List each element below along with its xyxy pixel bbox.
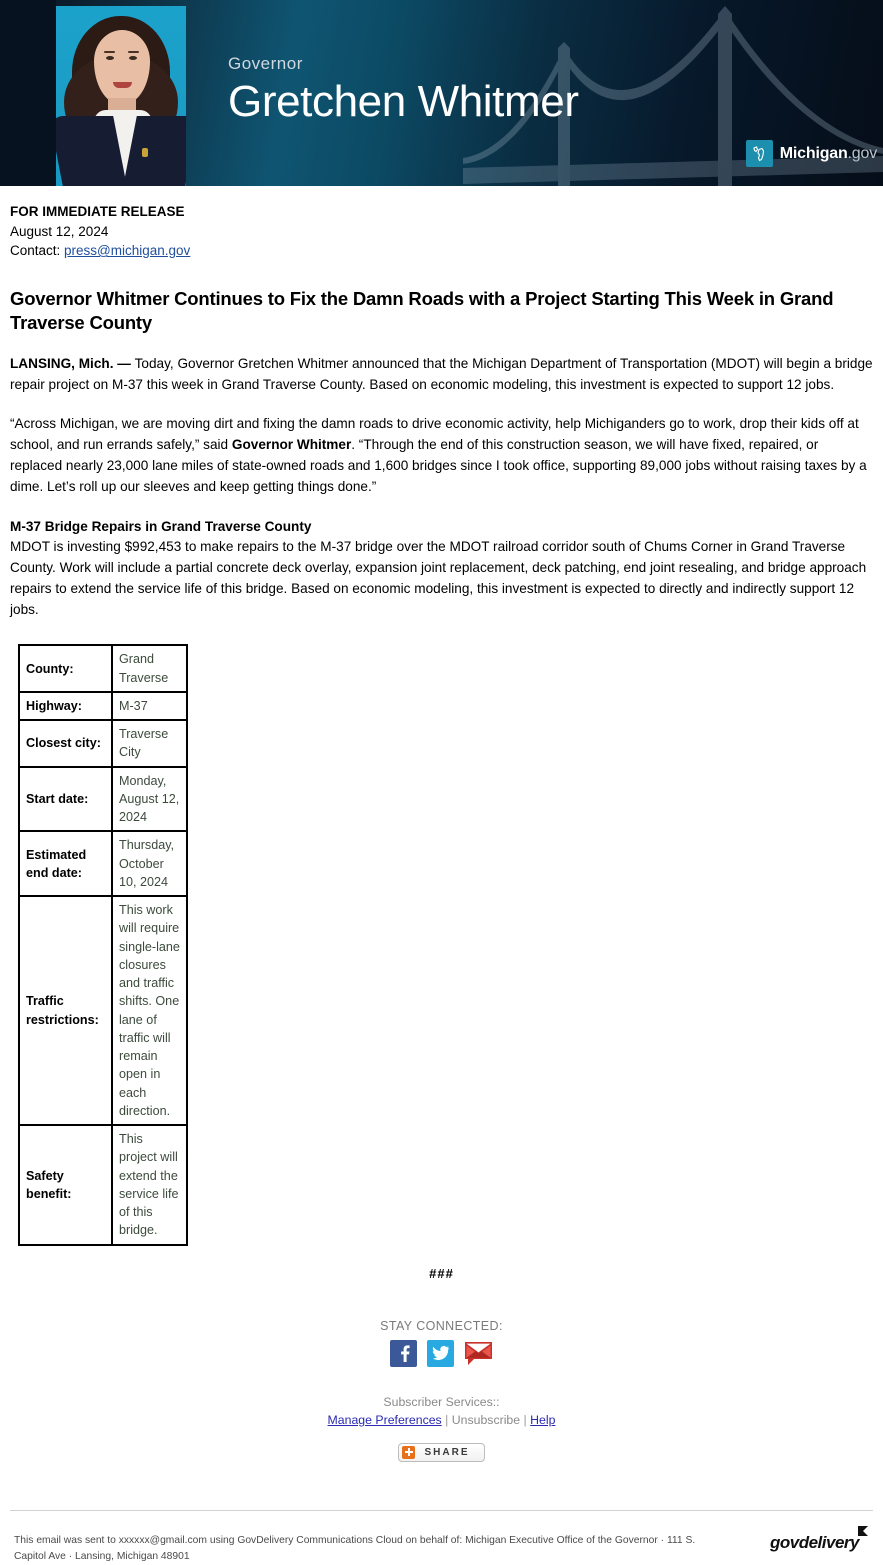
dateline: LANSING, Mich. — [10, 355, 135, 371]
governor-name: Gretchen Whitmer [228, 77, 579, 126]
table-row: Safety benefit: This project will extend… [19, 1125, 187, 1245]
row-value: This work will require single-lane closu… [112, 896, 187, 1126]
row-key: Highway: [19, 691, 112, 721]
project-details-table: County: Grand Traverse Highway: M-37 Clo… [18, 644, 188, 1246]
table-row: County: Grand Traverse [19, 645, 187, 692]
row-key: Estimated end date: [19, 831, 112, 897]
logo-word: Michigan [779, 144, 848, 162]
share-button-label: SHARE [424, 1446, 470, 1458]
row-value: Grand Traverse [112, 645, 187, 692]
row-key: Traffic restrictions: [19, 896, 112, 1126]
table-row: Closest city: Traverse City [19, 720, 187, 767]
row-key: Closest city: [19, 720, 112, 767]
table-row: Start date: Monday, August 12, 2024 [19, 766, 187, 832]
section-heading: M-37 Bridge Repairs in Grand Traverse Co… [10, 519, 312, 535]
page-title: Governor Whitmer Continues to Fix the Da… [10, 287, 834, 333]
unsubscribe-link[interactable]: Unsubscribe [452, 1413, 520, 1427]
email-icon[interactable] [464, 1340, 493, 1367]
subscriber-services-label: Subscriber Services:: [383, 1394, 500, 1409]
michigan-gov-logo[interactable]: Michigan.gov [745, 140, 877, 167]
table-body: County: Grand Traverse Highway: M-37 Clo… [19, 645, 187, 1245]
row-key: Safety benefit: [19, 1125, 112, 1245]
share-row: SHARE [10, 1442, 873, 1462]
michigan-gov-wordmark: Michigan.gov [780, 145, 877, 163]
table-row: Traffic restrictions: This work will req… [19, 896, 187, 1126]
logo-suffix: .gov [847, 144, 878, 162]
subscriber-links: Manage Preferences | Unsubscribe | Help [10, 1411, 873, 1429]
row-key: County: [19, 645, 112, 692]
share-button[interactable]: SHARE [398, 1442, 485, 1462]
row-value: This project will extend the service lif… [112, 1125, 187, 1245]
flag-icon [858, 1525, 868, 1536]
social-links [10, 1339, 873, 1367]
lede-paragraph: LANSING, Mich. — Today, Governor Gretche… [10, 353, 873, 395]
release-label: FOR IMMEDIATE RELEASE [10, 204, 185, 219]
subscriber-services: Subscriber Services:: Manage Preferences… [10, 1393, 873, 1430]
row-value: Traverse City [112, 720, 187, 767]
release-meta: FOR IMMEDIATE RELEASE August 12, 2024 Co… [10, 202, 873, 261]
banner-title-block: Governor Gretchen Whitmer [228, 55, 579, 125]
section-paragraph: MDOT is investing $992,453 to make repai… [10, 539, 867, 618]
govdelivery-wordmark: govdelivery [770, 1532, 860, 1552]
plus-icon [402, 1445, 416, 1459]
quote-paragraph: “Across Michigan, we are moving dirt and… [10, 413, 873, 497]
link-separator: | [445, 1413, 449, 1428]
legal-text: This email was sent to xxxxxx@gmail.com … [14, 1534, 696, 1562]
governor-portrait [56, 6, 186, 186]
lede-text: Today, Governor Gretchen Whitmer announc… [10, 355, 873, 392]
michigan-state-outline-icon [745, 140, 773, 167]
row-value: Monday, August 12, 2024 [112, 766, 187, 832]
twitter-icon[interactable] [427, 1339, 454, 1367]
quote-attribution: Governor Whitmer [231, 436, 352, 452]
header-banner: Governor Gretchen Whitmer Michigan.gov [0, 0, 883, 186]
stay-connected-label: STAY CONNECTED: [380, 1318, 503, 1333]
table-row: Estimated end date: Thursday, October 10… [19, 831, 187, 897]
row-value: Thursday, October 10, 2024 [112, 831, 187, 897]
press-release-body: FOR IMMEDIATE RELEASE August 12, 2024 Co… [0, 202, 883, 1462]
link-separator: | [523, 1413, 527, 1428]
contact-prefix: Contact: [10, 243, 65, 259]
manage-preferences-link[interactable]: Manage Preferences [328, 1413, 442, 1427]
end-marker: ### [429, 1265, 454, 1281]
govdelivery-logo: govdelivery [770, 1525, 869, 1553]
governor-label: Governor [228, 54, 303, 73]
contact-line: Contact: press@michigan.gov [10, 241, 873, 261]
contact-email-link[interactable]: press@michigan.gov [64, 243, 190, 258]
table-row: Highway: M-37 [19, 691, 187, 721]
banner-left-edge [0, 0, 56, 186]
facebook-icon[interactable] [390, 1339, 417, 1367]
legal-footer: This email was sent to xxxxxx@gmail.com … [0, 1511, 883, 1565]
row-value: M-37 [112, 691, 187, 721]
row-key: Start date: [19, 766, 112, 832]
help-link[interactable]: Help [530, 1413, 555, 1427]
release-date: August 12, 2024 [10, 223, 109, 239]
